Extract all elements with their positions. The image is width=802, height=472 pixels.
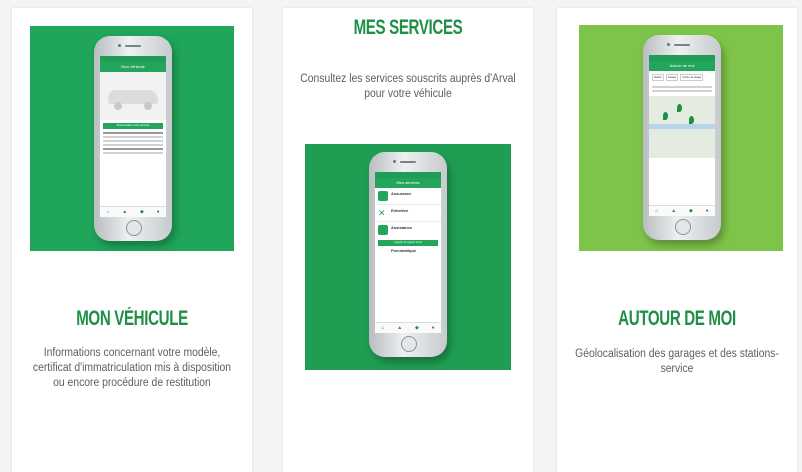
speaker-icon bbox=[400, 161, 416, 163]
camera-icon bbox=[667, 43, 670, 46]
card-title: AUTOUR DE MOI bbox=[618, 307, 736, 330]
phone-mockup: Mon véhicule Personnaliser votre véhicul… bbox=[94, 36, 172, 241]
phone-tab-bar: ⌂ ▲ ◆ ● bbox=[100, 206, 166, 217]
personalize-button[interactable]: Personnaliser votre véhicule bbox=[103, 123, 163, 129]
car-silhouette-icon bbox=[100, 72, 166, 120]
call-support-button[interactable]: Appeler le support Arval bbox=[378, 240, 438, 246]
speaker-icon bbox=[674, 44, 690, 46]
pin-icon: ● bbox=[431, 325, 435, 331]
phone-mockup: Mes services Assurance ✕ Entretien Assis… bbox=[369, 152, 447, 357]
hero-image-mon-vehicule: Mon véhicule Personnaliser votre véhicul… bbox=[30, 26, 234, 251]
card-mon-vehicule[interactable]: Mon véhicule Personnaliser votre véhicul… bbox=[12, 8, 252, 472]
phone-app-header: Mes services bbox=[375, 178, 441, 188]
card-title: MES SERVICES bbox=[353, 16, 463, 39]
map-pin-icon bbox=[689, 116, 694, 124]
service-row-entretien[interactable]: ✕ Entretien bbox=[375, 205, 441, 222]
tools-icon: ✕ bbox=[378, 208, 386, 218]
phone-screen: Autour de moi Station Garage Centre de l… bbox=[649, 55, 715, 216]
card-description: Consultez les services souscrits auprès … bbox=[300, 73, 516, 100]
home-icon: ⌂ bbox=[106, 209, 110, 215]
home-icon: ⌂ bbox=[381, 325, 385, 331]
car-insurance-icon bbox=[378, 191, 388, 201]
home-button-icon bbox=[126, 220, 142, 236]
pin-icon: ● bbox=[156, 209, 160, 215]
wrench-icon: ◆ bbox=[688, 208, 693, 214]
hero-image-autour-de-moi: Autour de moi Station Garage Centre de l… bbox=[579, 25, 783, 251]
map-pin-icon bbox=[663, 112, 668, 120]
car-icon: ▲ bbox=[122, 209, 128, 215]
pin-icon: ● bbox=[705, 208, 709, 214]
card-title: MON VÉHICULE bbox=[76, 307, 188, 330]
home-button-icon bbox=[401, 336, 417, 352]
car-icon: ▲ bbox=[397, 325, 403, 331]
hero-image-mes-services: Mes services Assurance ✕ Entretien Assis… bbox=[305, 144, 511, 370]
map-view[interactable] bbox=[649, 96, 715, 158]
phone-screen: Mes services Assurance ✕ Entretien Assis… bbox=[375, 172, 441, 333]
wrench-icon: ◆ bbox=[139, 209, 144, 215]
phone-tab-bar: ⌂ ▲ ◆ ● bbox=[649, 205, 715, 216]
card-description: Géolocalisation des garages et des stati… bbox=[575, 348, 779, 375]
card-mes-services[interactable]: MES SERVICES Consultez les services sous… bbox=[283, 8, 533, 472]
chip-garage[interactable]: Garage bbox=[665, 74, 679, 81]
camera-icon bbox=[393, 160, 396, 163]
home-button-icon bbox=[675, 219, 691, 235]
speaker-icon bbox=[125, 45, 141, 47]
phone-mockup: Autour de moi Station Garage Centre de l… bbox=[643, 35, 721, 240]
camera-icon bbox=[118, 44, 121, 47]
card-description: Informations concernant votre modèle, ce… bbox=[32, 347, 232, 389]
map-pin-icon bbox=[677, 104, 682, 112]
phone-screen: Mon véhicule Personnaliser votre véhicul… bbox=[100, 56, 166, 217]
car-icon: ▲ bbox=[671, 208, 677, 214]
car-assistance-icon bbox=[378, 225, 388, 235]
filter-chips: Station Garage Centre de lavage bbox=[649, 71, 715, 84]
home-icon: ⌂ bbox=[655, 208, 659, 214]
phone-app-header: Mon véhicule bbox=[100, 62, 166, 72]
phone-tab-bar: ⌂ ▲ ◆ ● bbox=[375, 322, 441, 333]
service-row-assistance[interactable]: Assistance bbox=[375, 222, 441, 238]
card-autour-de-moi[interactable]: Autour de moi Station Garage Centre de l… bbox=[557, 8, 797, 472]
service-row-assurance[interactable]: Assurance bbox=[375, 188, 441, 205]
chip-station[interactable]: Station bbox=[652, 74, 664, 81]
wrench-icon: ◆ bbox=[414, 325, 419, 331]
phone-app-header: Autour de moi bbox=[649, 61, 715, 71]
chip-lavage[interactable]: Centre de lavage bbox=[680, 74, 704, 81]
